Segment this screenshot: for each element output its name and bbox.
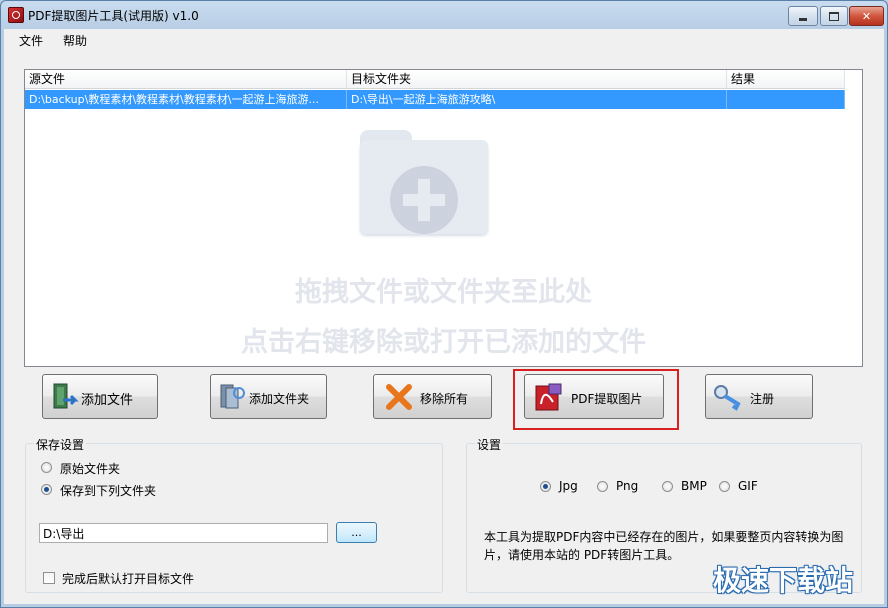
file-list[interactable]: 源文件 目标文件夹 结果 D:\backup\教程素材\教程素材\教程素材\一起…	[24, 69, 863, 367]
remove-all-label: 移除所有	[420, 392, 469, 406]
remove-x-icon	[386, 384, 412, 410]
add-file-button[interactable]: 添加文件	[42, 374, 158, 419]
app-window: PDF提取图片工具(试用版) v1.0 ✕ 文件 帮助 源文件 目标文件夹 结果…	[0, 0, 888, 608]
column-header-source[interactable]: 源文件	[25, 70, 347, 88]
close-button[interactable]: ✕	[849, 6, 884, 26]
save-settings-group: 保存设置 原始文件夹 保存到下列文件夹 ... 完成后默认打开目标文件	[25, 436, 443, 593]
client-area: 文件 帮助 源文件 目标文件夹 结果 D:\backup\教程素材\教程素材\教…	[4, 29, 884, 604]
extract-highlight-frame	[513, 369, 679, 430]
original-folder-label[interactable]: 原始文件夹	[60, 460, 120, 477]
cell-source: D:\backup\教程素材\教程素材\教程素材\一起游上海旅游...	[25, 90, 347, 109]
open-after-checkbox[interactable]	[43, 572, 55, 584]
add-folder-label: 添加文件夹	[249, 392, 310, 406]
site-watermark: 极速下载站	[713, 564, 854, 597]
plus-icon	[390, 166, 458, 234]
settings-title: 设置	[475, 436, 504, 453]
format-bmp-label[interactable]: BMP	[681, 479, 707, 493]
radio-original-folder[interactable]	[41, 462, 52, 473]
output-path-input[interactable]	[39, 523, 328, 543]
list-header: 源文件 目标文件夹 结果	[25, 70, 845, 89]
format-gif-label[interactable]: GIF	[738, 479, 758, 493]
menu-bar: 文件 帮助	[4, 29, 884, 49]
format-jpg-label[interactable]: Jpg	[559, 479, 578, 493]
minimize-icon	[799, 17, 807, 21]
window-title: PDF提取图片工具(试用版) v1.0	[28, 9, 199, 23]
add-folder-icon	[220, 384, 245, 409]
drop-hint-text: 拖拽文件或文件夹至此处	[295, 277, 592, 308]
add-folder-button[interactable]: 添加文件夹	[210, 374, 327, 419]
remove-all-button[interactable]: 移除所有	[373, 374, 492, 419]
table-row[interactable]: D:\backup\教程素材\教程素材\教程素材\一起游上海旅游... D:\导…	[25, 90, 845, 109]
column-header-result[interactable]: 结果	[727, 70, 845, 88]
app-logo-icon	[8, 7, 24, 23]
radio-format-gif[interactable]	[719, 481, 730, 492]
close-icon: ✕	[861, 9, 872, 23]
radio-format-bmp[interactable]	[662, 481, 673, 492]
menu-help[interactable]: 帮助	[63, 32, 87, 49]
custom-folder-label[interactable]: 保存到下列文件夹	[60, 482, 156, 499]
folder-body-shape	[360, 140, 488, 234]
minimize-button[interactable]	[788, 6, 818, 26]
cell-result	[727, 90, 845, 109]
radio-format-png[interactable]	[597, 481, 608, 492]
maximize-icon	[829, 11, 839, 21]
register-label: 注册	[750, 392, 775, 406]
browse-button[interactable]: ...	[336, 522, 377, 543]
menu-file[interactable]: 文件	[19, 32, 43, 49]
column-header-target[interactable]: 目标文件夹	[347, 70, 727, 88]
context-hint-text: 点击右键移除或打开已添加的文件	[241, 327, 646, 358]
folder-plus-icon	[360, 130, 488, 234]
add-file-icon	[53, 383, 79, 409]
key-icon	[714, 385, 741, 411]
title-bar[interactable]: PDF提取图片工具(试用版) v1.0 ✕	[1, 1, 887, 29]
cell-target: D:\导出\一起游上海旅游攻略\	[347, 90, 727, 109]
format-png-label[interactable]: Png	[616, 479, 638, 493]
open-after-label[interactable]: 完成后默认打开目标文件	[62, 570, 194, 587]
register-button[interactable]: 注册	[705, 374, 813, 419]
maximize-button[interactable]	[820, 6, 848, 26]
save-settings-title: 保存设置	[34, 436, 87, 453]
radio-custom-folder[interactable]	[41, 484, 52, 495]
radio-format-jpg[interactable]	[540, 481, 551, 492]
add-file-label: 添加文件	[81, 393, 134, 408]
plus-horizontal-bar	[403, 194, 445, 206]
